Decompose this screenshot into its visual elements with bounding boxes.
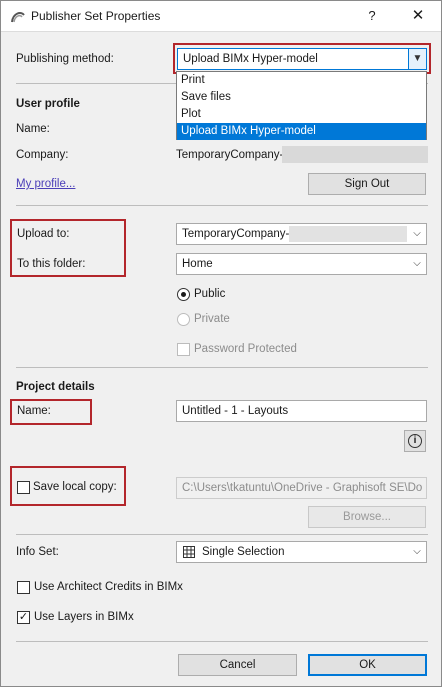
checkmark-icon: ✓ xyxy=(18,611,29,623)
project-name-label: Name: xyxy=(17,405,51,417)
chevron-down-icon[interactable]: ⌵ xyxy=(408,224,426,244)
title-bar: Publisher Set Properties ? ✕ xyxy=(1,1,441,32)
publishing-method-select[interactable]: Upload BIMx Hyper-model ▼ xyxy=(177,48,427,70)
dropdown-option-save-files[interactable]: Save files xyxy=(177,89,426,106)
publishing-method-dropdown[interactable]: Print Save files Plot Upload BIMx Hyper-… xyxy=(176,71,427,140)
cancel-button[interactable]: Cancel xyxy=(178,654,297,676)
save-local-checkbox[interactable] xyxy=(17,481,30,494)
architect-credits-checkbox[interactable] xyxy=(17,581,30,594)
architect-credits-label: Use Architect Credits in BIMx xyxy=(34,581,183,593)
help-button[interactable]: ? xyxy=(357,5,387,27)
chevron-down-icon[interactable]: ▼ xyxy=(408,49,426,69)
save-local-label: Save local copy: xyxy=(33,481,117,493)
grid-icon xyxy=(183,546,195,558)
folder-label: To this folder: xyxy=(17,258,86,270)
info-set-label: Info Set: xyxy=(16,546,59,558)
project-name-input[interactable]: Untitled - 1 - Layouts xyxy=(176,400,427,422)
browse-button[interactable]: Browse... xyxy=(308,506,426,528)
info-icon: i xyxy=(408,434,422,448)
company-label: Company: xyxy=(16,149,69,161)
folder-select[interactable]: Home ⌵ xyxy=(176,253,427,275)
sign-out-button[interactable]: Sign Out xyxy=(308,173,426,195)
divider xyxy=(16,205,428,206)
publishing-method-value: Upload BIMx Hyper-model xyxy=(183,53,318,65)
divider xyxy=(16,534,428,535)
dialog-window: Publisher Set Properties ? ✕ Publishing … xyxy=(0,0,442,687)
info-set-value: Single Selection xyxy=(202,546,285,558)
local-path-input[interactable]: C:\Users\tkatuntu\OneDrive - Graphisoft … xyxy=(176,477,427,499)
public-label: Public xyxy=(194,288,226,300)
divider xyxy=(16,641,428,642)
dropdown-option-upload-bimx[interactable]: Upload BIMx Hyper-model xyxy=(177,123,426,140)
upload-to-value: TemporaryCompany- xyxy=(182,228,290,240)
company-value: TemporaryCompany- xyxy=(176,149,284,161)
password-label: Password Protected xyxy=(194,343,297,355)
info-button[interactable]: i xyxy=(404,430,426,452)
layers-label: Use Layers in BIMx xyxy=(34,611,134,623)
name-label: Name: xyxy=(16,123,50,135)
private-label: Private xyxy=(194,313,230,325)
dropdown-option-plot[interactable]: Plot xyxy=(177,106,426,123)
upload-to-label: Upload to: xyxy=(17,228,70,240)
public-radio[interactable] xyxy=(177,288,190,301)
password-checkbox[interactable] xyxy=(177,343,190,356)
redacted-company xyxy=(282,146,428,163)
private-radio[interactable] xyxy=(177,313,190,326)
ok-button[interactable]: OK xyxy=(308,654,427,676)
publishing-method-label: Publishing method: xyxy=(16,53,114,65)
project-details-heading: Project details xyxy=(16,381,95,393)
info-set-select[interactable]: Single Selection ⌵ xyxy=(176,541,427,563)
folder-value: Home xyxy=(182,258,213,270)
user-profile-heading: User profile xyxy=(16,98,80,110)
redacted-upload-target xyxy=(289,226,407,242)
close-button[interactable]: ✕ xyxy=(401,5,435,27)
layers-checkbox[interactable]: ✓ xyxy=(17,611,30,624)
archicad-logo-icon xyxy=(11,12,25,23)
divider xyxy=(16,367,428,368)
chevron-down-icon[interactable]: ⌵ xyxy=(408,542,426,562)
my-profile-link[interactable]: My profile... xyxy=(16,178,75,190)
chevron-down-icon[interactable]: ⌵ xyxy=(408,254,426,274)
dropdown-option-print[interactable]: Print xyxy=(177,72,426,89)
window-title: Publisher Set Properties xyxy=(31,9,161,23)
